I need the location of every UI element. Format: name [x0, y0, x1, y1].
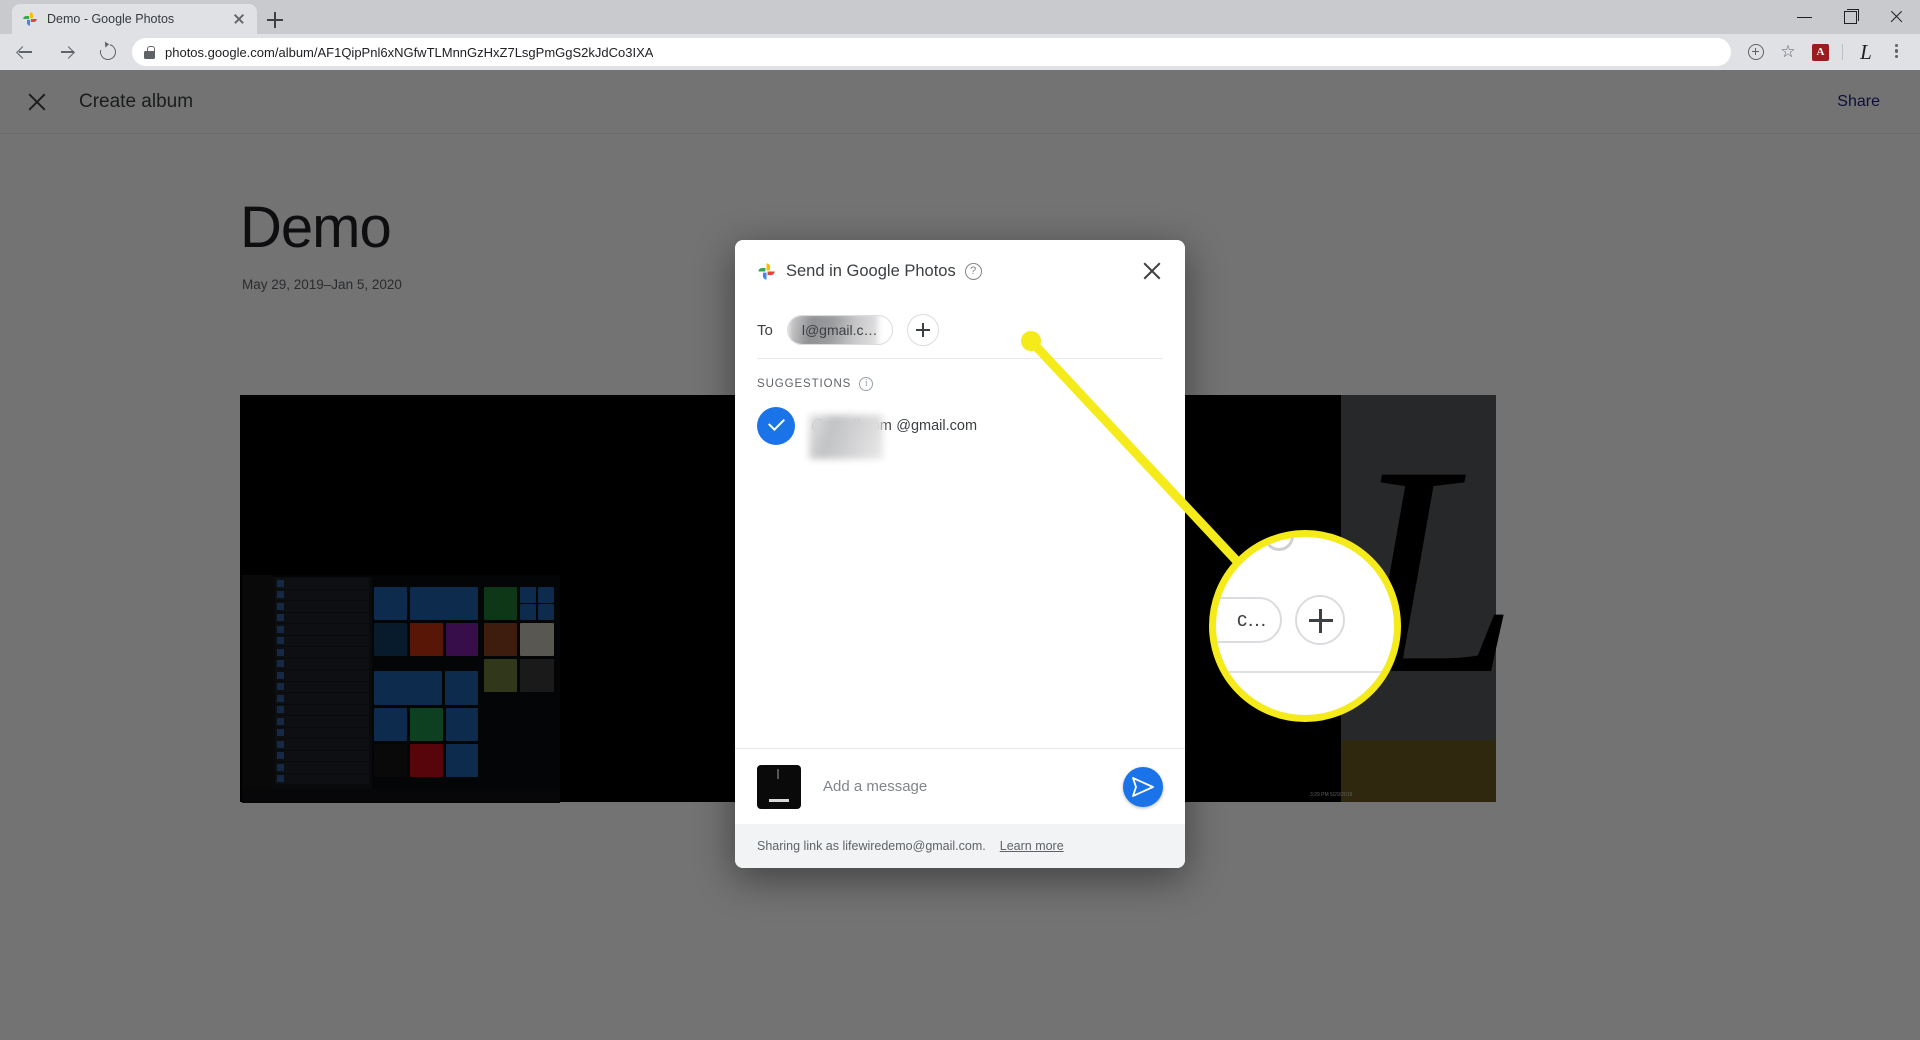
google-photos-icon [757, 262, 776, 281]
recipients-row: To l@gmail.c… [735, 302, 1185, 358]
dialog-title: Send in Google Photos [786, 261, 956, 280]
adobe-acrobat-extension-icon[interactable]: A [1805, 37, 1835, 67]
google-photos-favicon-icon [22, 11, 38, 27]
window-controls [1782, 0, 1920, 34]
lock-icon [144, 45, 155, 59]
address-bar[interactable]: photos.google.com/album/AF1QipPnl6xNGfwT… [132, 38, 1731, 66]
toolbar-divider [1842, 44, 1843, 60]
suggestions-header: SUGGESTIONS i [735, 359, 1185, 401]
arrow-left-icon [17, 45, 32, 59]
magnifier-chip-text: c… [1237, 608, 1267, 631]
dialog-footer: Sharing link as lifewiredemo@gmail.com. … [735, 824, 1185, 868]
address-bar-url: photos.google.com/album/AF1QipPnl6xNGfwT… [165, 44, 654, 60]
recipient-chip-text: l@gmail.c… [801, 322, 878, 338]
suggestions-label: SUGGESTIONS [757, 378, 852, 390]
install-icon[interactable] [1741, 37, 1771, 67]
arrow-right-icon [59, 45, 74, 59]
dialog-close-icon[interactable] [1141, 260, 1163, 282]
learn-more-link[interactable]: Learn more [1000, 839, 1064, 853]
recipient-chip[interactable]: l@gmail.c… [786, 315, 893, 345]
forward-button[interactable] [48, 34, 84, 70]
reload-icon [97, 41, 119, 63]
screenshot-root: Demo - Google Photos photos.google.com/a… [0, 0, 1920, 1040]
browser-toolbar: photos.google.com/album/AF1QipPnl6xNGfwT… [0, 34, 1920, 70]
dialog-header: Send in Google Photos ? [735, 240, 1185, 302]
profile-avatar-icon[interactable]: L [1850, 37, 1880, 67]
send-icon [1132, 776, 1154, 797]
suggestion-blur [809, 414, 883, 459]
suggestion-text: @gmail.com @gmail.com [809, 414, 978, 459]
magnifier-add-recipient-button [1295, 595, 1345, 645]
magnifier-chip: c… [1216, 597, 1282, 643]
callout-anchor-dot [1021, 331, 1041, 351]
browser-tab-title: Demo - Google Photos [47, 12, 175, 26]
message-input[interactable]: Add a message [823, 778, 1123, 795]
toolbar-icons: ☆ A L [1741, 37, 1920, 67]
tab-close-icon[interactable] [231, 11, 247, 27]
new-tab-button[interactable] [262, 7, 288, 33]
browser-tab[interactable]: Demo - Google Photos [12, 4, 257, 34]
back-button[interactable] [6, 34, 42, 70]
callout-magnifier: c… [1209, 530, 1401, 722]
add-recipient-button[interactable] [906, 314, 939, 346]
list-item[interactable]: @gmail.com @gmail.com [735, 401, 1185, 459]
magnifier-divider [1216, 671, 1394, 673]
window-minimize-button[interactable] [1782, 0, 1828, 34]
suggestion-line-2: @gmail.com [896, 417, 978, 434]
send-button[interactable] [1123, 766, 1163, 807]
sharing-link-text: Sharing link as lifewiredemo@gmail.com. [757, 839, 986, 853]
browser-tabstrip: Demo - Google Photos [0, 0, 1920, 34]
suggestions-list: @gmail.com @gmail.com [735, 401, 1185, 748]
send-in-google-photos-dialog: Send in Google Photos ? To l@gmail.c… SU… [735, 240, 1185, 868]
to-label: To [757, 321, 773, 339]
window-close-button[interactable] [1874, 0, 1920, 34]
window-maximize-button[interactable] [1828, 0, 1874, 34]
bookmark-star-icon[interactable]: ☆ [1773, 37, 1803, 67]
chrome-menu-icon[interactable] [1882, 37, 1912, 67]
info-icon[interactable]: i [859, 377, 874, 391]
attached-photo-thumbnail [757, 764, 801, 809]
message-composer: Add a message [735, 748, 1185, 824]
reload-button[interactable] [90, 34, 126, 70]
checkmark-icon[interactable] [757, 407, 795, 445]
help-icon[interactable]: ? [964, 262, 982, 280]
